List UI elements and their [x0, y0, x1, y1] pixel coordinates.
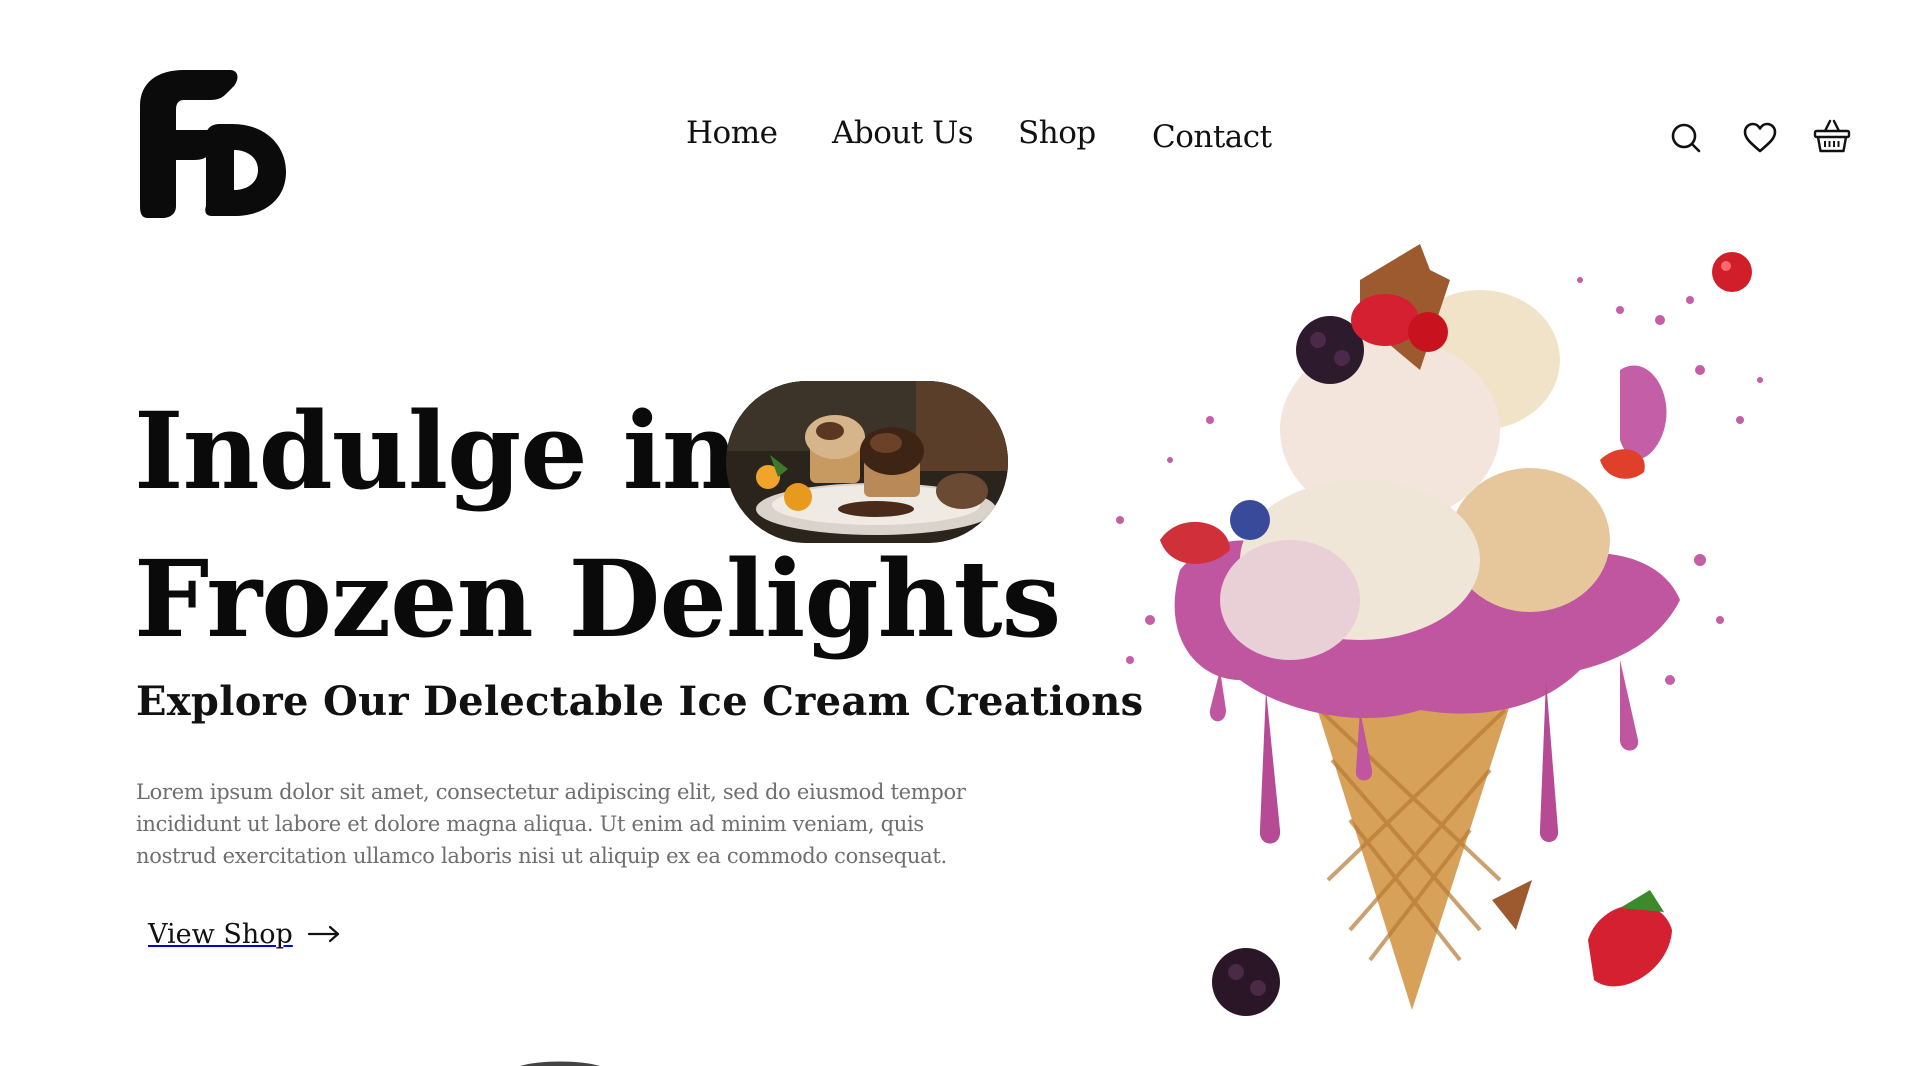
decorative-edge-mark: [520, 1061, 600, 1066]
main-nav: Home About Us Shop Contact: [0, 108, 1920, 158]
hero-headline-line1: Indulge in: [134, 388, 739, 513]
nav-home[interactable]: Home: [686, 108, 778, 158]
hero-subtitle: Explore Our Delectable Ice Cream Creatio…: [136, 678, 1144, 725]
search-icon[interactable]: [1666, 118, 1706, 158]
nav-about-us[interactable]: About Us: [832, 108, 974, 158]
hero-headline-line2: Frozen Delights: [134, 536, 1061, 661]
arrow-right-icon: [307, 925, 339, 943]
ice-cream-cone-illustration: [1116, 244, 1763, 1016]
heart-icon[interactable]: [1740, 118, 1780, 158]
hero-description: Lorem ipsum dolor sit amet, consectetur …: [136, 780, 966, 868]
view-shop-button[interactable]: View Shop: [148, 914, 341, 954]
dessert-photo-pill: [726, 381, 1008, 543]
view-shop-label: View Shop: [148, 918, 293, 950]
nav-contact[interactable]: Contact: [1152, 112, 1272, 162]
nav-shop[interactable]: Shop: [1018, 108, 1096, 158]
basket-icon[interactable]: [1812, 116, 1852, 156]
ice-cream-bowls-image: [726, 381, 1008, 543]
